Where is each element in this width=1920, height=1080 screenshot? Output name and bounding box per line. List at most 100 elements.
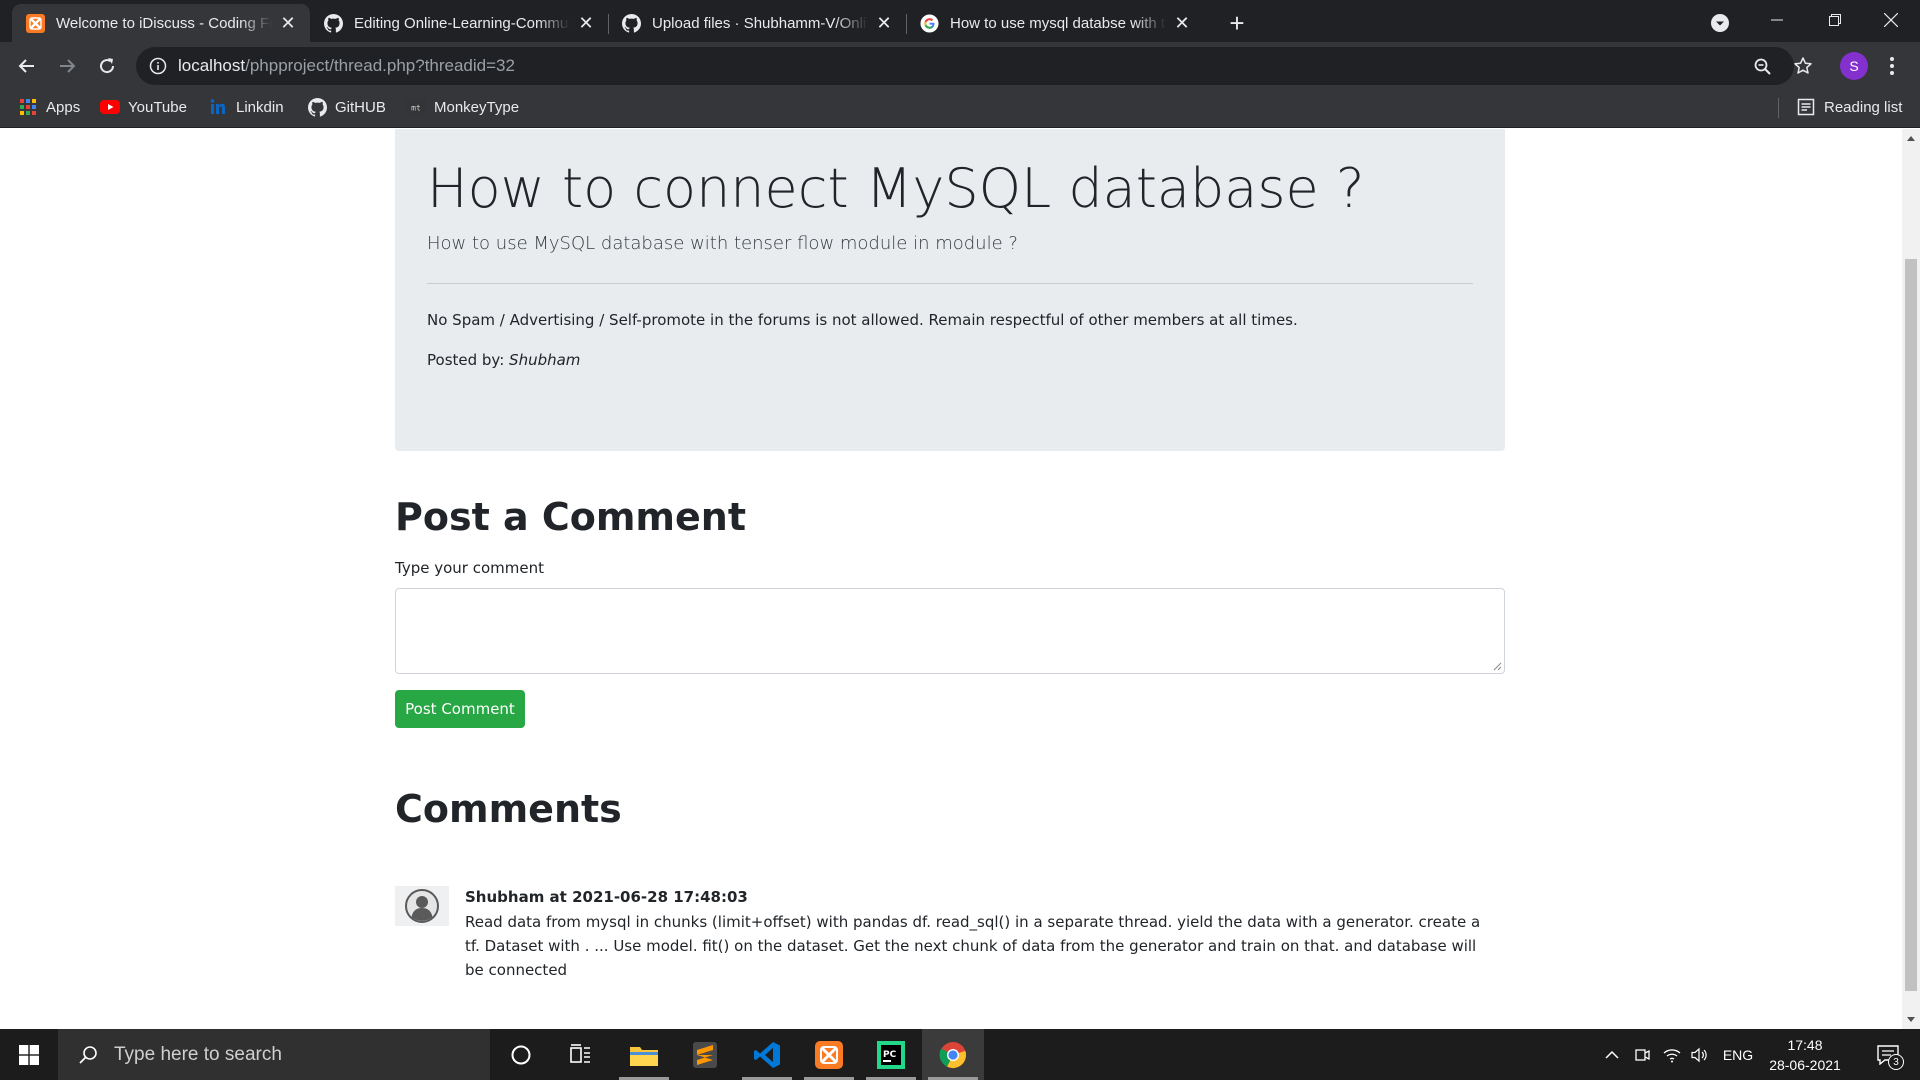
bookmark-youtube[interactable]: YouTube xyxy=(100,90,187,124)
cortana-icon xyxy=(511,1045,531,1064)
forward-button[interactable] xyxy=(49,48,85,84)
bookmark-linkedin[interactable]: Linkdin xyxy=(208,90,284,124)
new-tab-button[interactable]: + xyxy=(1222,8,1252,38)
tab-title: How to use mysql databse with tensorflow xyxy=(950,14,1166,32)
reading-list-icon xyxy=(1796,97,1816,117)
resize-handle-icon[interactable] xyxy=(1492,661,1502,671)
restore-button[interactable] xyxy=(1806,0,1864,40)
reload-button[interactable] xyxy=(89,48,125,84)
linkedin-icon xyxy=(208,97,228,117)
pycharm-button[interactable]: PC xyxy=(860,1029,922,1080)
cortana-button[interactable] xyxy=(490,1029,552,1080)
user-avatar-icon xyxy=(395,886,449,926)
notification-count: 3 xyxy=(1888,1054,1904,1070)
tab-google-search[interactable]: How to use mysql databse with tensorflow… xyxy=(906,4,1204,42)
scroll-down-icon[interactable] xyxy=(1902,1011,1920,1029)
folder-icon xyxy=(630,1046,658,1066)
post-comment-button[interactable]: Post Comment xyxy=(395,690,525,728)
posted-by-label: Posted by: xyxy=(427,351,505,369)
windows-logo-icon xyxy=(19,1044,39,1065)
posted-by-user: Shubham xyxy=(509,351,581,369)
tab-idiscuss[interactable]: Welcome to iDiscuss - Coding Forums ✕ xyxy=(12,4,310,42)
wifi-icon[interactable] xyxy=(1660,1029,1684,1080)
task-view-button[interactable] xyxy=(550,1029,612,1080)
post-comment-heading: Post a Comment xyxy=(395,495,747,539)
bookmark-apps[interactable]: Apps xyxy=(18,90,80,124)
bookmark-star-icon[interactable] xyxy=(1792,55,1814,77)
browser-toolbar: localhost/phpproject/thread.php?threadid… xyxy=(0,42,1920,90)
sublime-text-button[interactable] xyxy=(674,1029,736,1080)
tab-title: Upload files · Shubhamm-V/Online xyxy=(652,14,868,32)
file-explorer-button[interactable] xyxy=(613,1029,675,1080)
bookmark-label: GitHUB xyxy=(335,98,386,116)
url-text[interactable]: localhost/phpproject/thread.php?threadid… xyxy=(178,47,515,85)
comment-textarea[interactable] xyxy=(395,588,1505,674)
restore-icon xyxy=(1829,14,1841,26)
chrome-icon xyxy=(939,1041,966,1068)
zoom-icon[interactable] xyxy=(1752,56,1774,78)
reading-list-button[interactable]: Reading list xyxy=(1796,90,1902,124)
url-path: /phpproject/thread.php?threadid=32 xyxy=(245,56,515,75)
back-button[interactable] xyxy=(9,48,45,84)
comments-heading: Comments xyxy=(395,787,622,831)
start-button[interactable] xyxy=(0,1029,58,1080)
monkeytype-icon: mt xyxy=(406,97,426,117)
close-tab-icon[interactable]: ✕ xyxy=(874,13,894,33)
arrow-left-icon xyxy=(18,59,34,73)
page-scrollbar[interactable] xyxy=(1902,129,1920,1029)
bookmark-github[interactable]: GitHUB xyxy=(307,90,386,124)
scroll-up-icon[interactable] xyxy=(1902,129,1920,147)
vscode-button[interactable] xyxy=(736,1029,798,1080)
close-tab-icon[interactable]: ✕ xyxy=(1172,13,1192,33)
show-hidden-icons[interactable] xyxy=(1600,1029,1624,1080)
bookmark-monkeytype[interactable]: mt MonkeyType xyxy=(406,90,519,124)
svg-text:PC: PC xyxy=(883,1050,897,1060)
bookmarks-bar: Apps YouTube Linkdin GitHUB mt MonkeyTyp… xyxy=(0,90,1920,128)
thread-title: How to connect MySQL database ? xyxy=(427,157,1365,220)
comment-author: Shubham at 2021-06-28 17:48:03 xyxy=(465,888,748,906)
system-clock[interactable]: 17:48 28-06-2021 xyxy=(1762,1035,1848,1075)
xampp-button[interactable] xyxy=(798,1029,860,1080)
posted-by: Posted by: Shubham xyxy=(427,351,580,369)
arrow-right-icon xyxy=(60,59,76,73)
close-window-button[interactable] xyxy=(1862,0,1920,40)
divider xyxy=(427,283,1473,284)
reading-list-label: Reading list xyxy=(1824,98,1903,116)
site-info-icon[interactable] xyxy=(148,56,168,76)
meet-now-icon[interactable] xyxy=(1630,1029,1654,1080)
browser-tab-strip: Welcome to iDiscuss - Coding Forums ✕ Ed… xyxy=(0,0,1920,42)
tab-title: Welcome to iDiscuss - Coding Forums xyxy=(56,14,272,32)
taskbar-search[interactable]: Type here to search xyxy=(58,1029,490,1080)
tab-github-editing[interactable]: Editing Online-Learning-Community ✕ xyxy=(310,4,608,42)
bookmark-label: MonkeyType xyxy=(434,98,520,116)
minimize-icon xyxy=(1771,19,1783,21)
github-icon xyxy=(622,13,641,33)
minimize-button[interactable] xyxy=(1748,0,1806,40)
apps-grid-icon xyxy=(18,97,38,117)
vscode-icon xyxy=(754,1041,780,1068)
tab-search-button[interactable] xyxy=(1706,9,1734,37)
bookmark-label: YouTube xyxy=(128,98,187,116)
close-tab-icon[interactable]: ✕ xyxy=(576,13,596,33)
tab-github-upload[interactable]: Upload files · Shubhamm-V/Online ✕ xyxy=(608,4,906,42)
close-tab-icon[interactable]: ✕ xyxy=(278,13,298,33)
browser-menu-icon[interactable] xyxy=(1882,50,1902,82)
language-indicator[interactable]: ENG xyxy=(1718,1029,1758,1080)
volume-icon[interactable] xyxy=(1688,1029,1712,1080)
address-bar[interactable]: localhost/phpproject/thread.php?threadid… xyxy=(136,47,1794,85)
bookmark-divider xyxy=(1778,98,1779,118)
pycharm-icon: PC xyxy=(877,1040,905,1069)
search-icon xyxy=(76,1043,100,1067)
clock-date: 28-06-2021 xyxy=(1769,1057,1841,1073)
comment-text: Read data from mysql in chunks (limit+of… xyxy=(465,913,1481,979)
scrollbar-thumb[interactable] xyxy=(1905,259,1917,991)
sublime-text-icon xyxy=(693,1041,717,1068)
svg-text:mt: mt xyxy=(411,104,421,113)
chrome-button[interactable] xyxy=(922,1029,984,1080)
tab-title: Editing Online-Learning-Community xyxy=(354,14,570,32)
thread-jumbotron: How to connect MySQL database ? How to u… xyxy=(395,129,1505,451)
action-center-button[interactable]: 3 xyxy=(1864,1029,1912,1080)
windows-taskbar: Type here to search PC ENG 17:48 28-06-2… xyxy=(0,1029,1920,1080)
google-icon xyxy=(920,13,939,33)
profile-avatar[interactable]: S xyxy=(1840,52,1868,80)
